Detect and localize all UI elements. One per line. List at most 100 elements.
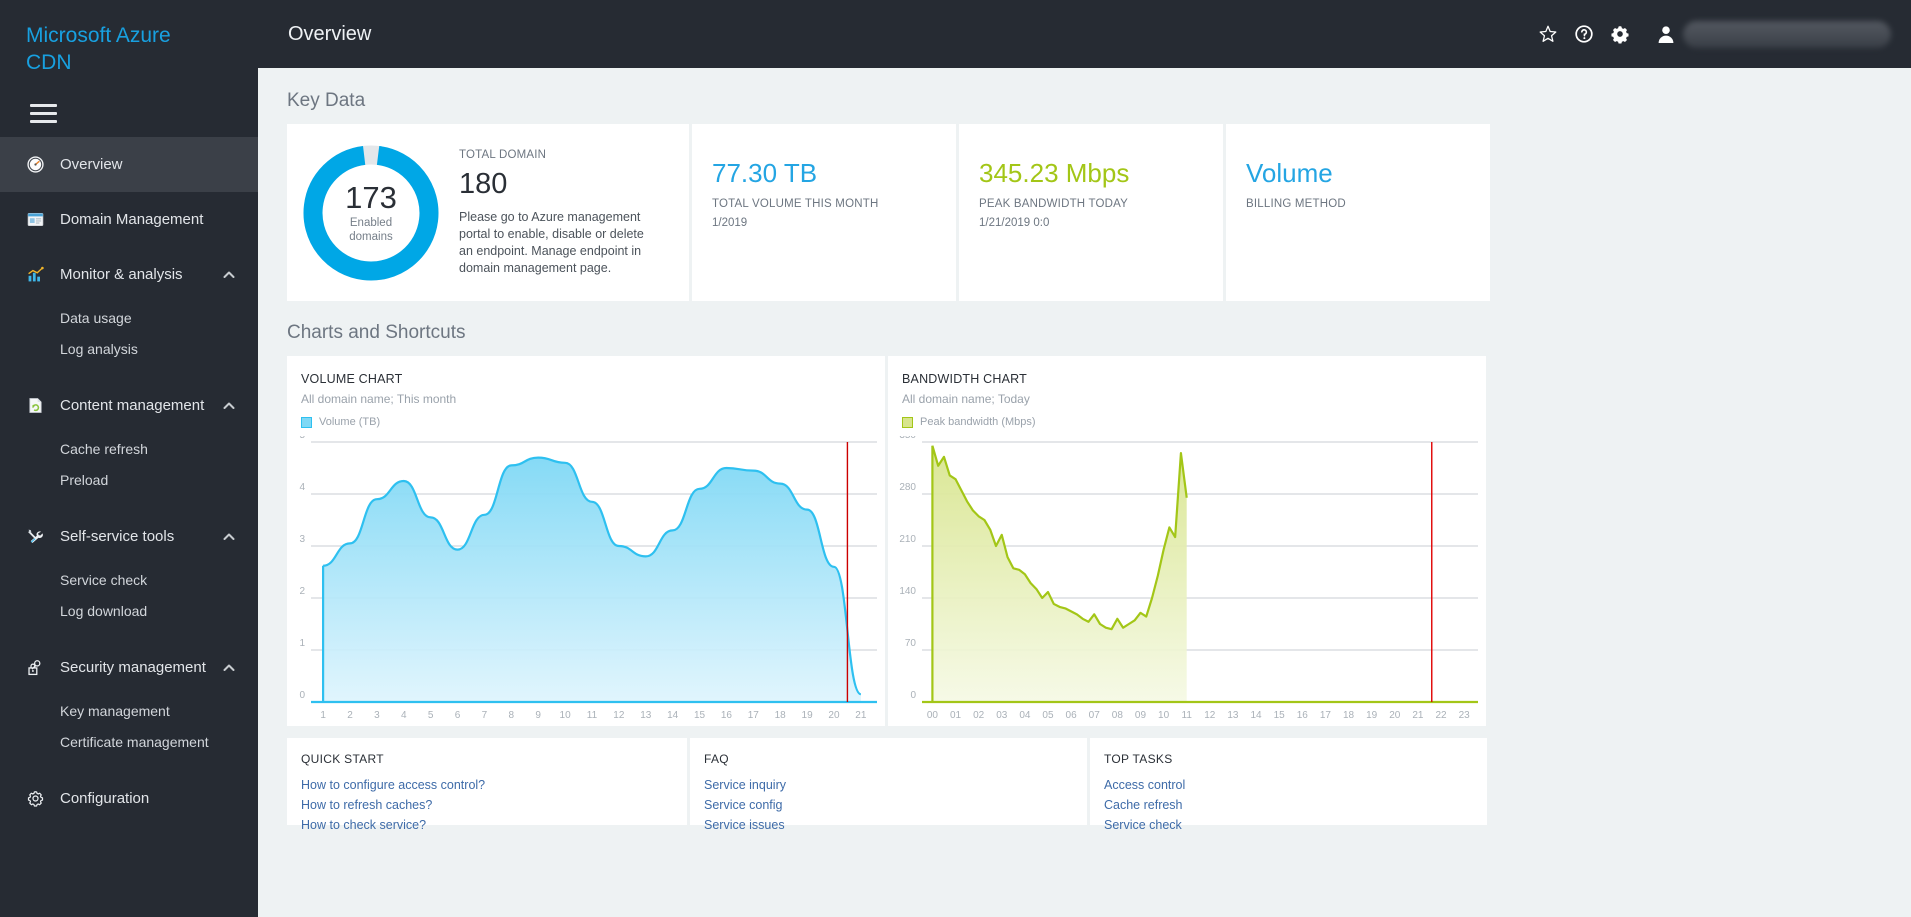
sidebar: Microsoft Azure CDN Overview Domain Mana…: [0, 0, 258, 917]
sidebar-item-security-management[interactable]: Security management: [0, 640, 258, 695]
svg-text:21: 21: [1412, 710, 1424, 721]
svg-text:06: 06: [1066, 710, 1078, 721]
svg-text:15: 15: [1274, 710, 1286, 721]
faq-link[interactable]: Service inquiry: [704, 778, 1087, 792]
svg-text:1: 1: [320, 710, 326, 721]
svg-text:70: 70: [905, 638, 917, 649]
app-root: Microsoft Azure CDN Overview Domain Mana…: [0, 0, 1911, 917]
svg-text:4: 4: [401, 710, 407, 721]
content: Key Data 173 Enabled domains TOTAL DOMAI…: [258, 68, 1911, 917]
svg-text:2: 2: [299, 586, 305, 597]
total-volume-value: 77.30 TB: [712, 158, 818, 188]
sidebar-subitem-service-check[interactable]: Service check: [0, 564, 258, 595]
svg-text:21: 21: [855, 710, 867, 721]
svg-text:22: 22: [1435, 710, 1447, 721]
sidebar-subitem-label: Key management: [60, 702, 170, 719]
svg-text:19: 19: [802, 710, 814, 721]
peak-bandwidth-card: 345.23 Mbps PEAK BANDWIDTH TODAY 1/21/20…: [959, 124, 1223, 301]
sidebar-subitem-label: Service check: [60, 571, 148, 588]
quick-start-link[interactable]: How to refresh caches?: [301, 798, 687, 812]
total-domain-description: Please go to Azure management portal to …: [459, 209, 644, 275]
chevron-up-icon[interactable]: [222, 661, 236, 675]
total-volume-label: TOTAL VOLUME THIS MONTH: [712, 198, 879, 210]
avatar[interactable]: [1655, 20, 1891, 48]
sidebar-subitem-log-download[interactable]: Log download: [0, 595, 258, 626]
svg-text:17: 17: [1320, 710, 1332, 721]
chevron-up-icon[interactable]: [222, 399, 236, 413]
svg-text:1: 1: [299, 638, 305, 649]
total-domain-body: TOTAL DOMAIN 180 Please go to Azure mana…: [443, 149, 663, 277]
sidebar-subitem-label: Preload: [60, 471, 109, 488]
volume-chart-header: VOLUME CHART All domain name; This month…: [287, 356, 885, 428]
total-domain-label: TOTAL DOMAIN: [459, 148, 547, 161]
brand-title: Microsoft Azure CDN: [0, 0, 258, 82]
bandwidth-chart-legend: Peak bandwidth (Mbps): [902, 416, 1486, 428]
domain-icon: [24, 209, 46, 231]
svg-text:18: 18: [775, 710, 787, 721]
svg-text:08: 08: [1112, 710, 1124, 721]
sidebar-item-configuration[interactable]: Configuration: [0, 771, 258, 826]
shortcuts-row: QUICK START How to configure access cont…: [258, 738, 1911, 832]
legend-label-bandwidth: Peak bandwidth (Mbps): [920, 416, 1036, 428]
sidebar-subitem-data-usage[interactable]: Data usage: [0, 302, 258, 333]
enabled-domains-donut: 173 Enabled domains: [299, 141, 443, 285]
svg-text:13: 13: [1227, 710, 1239, 721]
sidebar-subitem-preload[interactable]: Preload: [0, 464, 258, 495]
quick-start-link[interactable]: How to configure access control?: [301, 778, 687, 792]
help-icon[interactable]: [1573, 23, 1595, 45]
sidebar-item-label: Monitor & analysis: [60, 266, 183, 283]
sidebar-item-domain-management[interactable]: Domain Management: [0, 192, 258, 247]
svg-text:17: 17: [748, 710, 760, 721]
svg-text:20: 20: [1389, 710, 1401, 721]
refresh-doc-icon: [24, 395, 46, 417]
svg-text:7: 7: [482, 710, 488, 721]
chart-icon: [24, 264, 46, 286]
sidebar-item-label: Self-service tools: [60, 528, 175, 545]
svg-text:02: 02: [973, 710, 985, 721]
faq-link[interactable]: Service config: [704, 798, 1087, 812]
svg-text:11: 11: [587, 710, 598, 721]
volume-chart-title: VOLUME CHART: [301, 372, 403, 386]
sidebar-subitem-key-management[interactable]: Key management: [0, 695, 258, 726]
svg-text:23: 23: [1459, 710, 1471, 721]
chevron-up-icon[interactable]: [222, 268, 236, 282]
peak-bandwidth-value: 345.23 Mbps: [979, 158, 1130, 188]
sidebar-subitem-certificate-management[interactable]: Certificate management: [0, 726, 258, 757]
charts-row: VOLUME CHART All domain name; This month…: [258, 356, 1911, 726]
svg-text:03: 03: [996, 710, 1008, 721]
page-title: Overview: [288, 22, 372, 45]
svg-text:5: 5: [299, 436, 305, 441]
sidebar-item-content-management[interactable]: Content management: [0, 378, 258, 433]
sidebar-item-label: Configuration: [60, 790, 150, 807]
topbar: Overview: [258, 0, 1911, 68]
legend-label-volume: Volume (TB): [319, 416, 381, 428]
svg-text:09: 09: [1135, 710, 1147, 721]
svg-text:2: 2: [347, 710, 353, 721]
svg-text:11: 11: [1182, 710, 1193, 721]
hamburger-icon[interactable]: [30, 104, 57, 123]
faq-link[interactable]: Service issues: [704, 818, 1087, 832]
sidebar-item-self-service-tools[interactable]: Self-service tools: [0, 509, 258, 564]
legend-swatch-volume: [301, 416, 312, 428]
sidebar-subitem-label: Certificate management: [60, 733, 209, 750]
star-icon[interactable]: [1537, 23, 1559, 45]
sidebar-subitem-label: Data usage: [60, 309, 132, 326]
sidebar-subitem-cache-refresh[interactable]: Cache refresh: [0, 433, 258, 464]
sidebar-subitem-log-analysis[interactable]: Log analysis: [0, 333, 258, 364]
svg-text:0: 0: [910, 690, 916, 701]
sidebar-item-label: Content management: [60, 397, 205, 414]
top-tasks-link[interactable]: Service check: [1104, 818, 1487, 832]
quick-start-link[interactable]: How to check service?: [301, 818, 687, 832]
hamburger-bar: [30, 104, 57, 107]
top-tasks-link[interactable]: Cache refresh: [1104, 798, 1487, 812]
svg-text:10: 10: [560, 710, 572, 721]
sidebar-item-overview[interactable]: Overview: [0, 137, 258, 192]
sidebar-item-monitor-analysis[interactable]: Monitor & analysis: [0, 247, 258, 302]
svg-text:05: 05: [1042, 710, 1054, 721]
gear-icon[interactable]: [1609, 23, 1631, 45]
top-tasks-link[interactable]: Access control: [1104, 778, 1487, 792]
gauge-icon: [24, 154, 46, 176]
chevron-up-icon[interactable]: [222, 530, 236, 544]
